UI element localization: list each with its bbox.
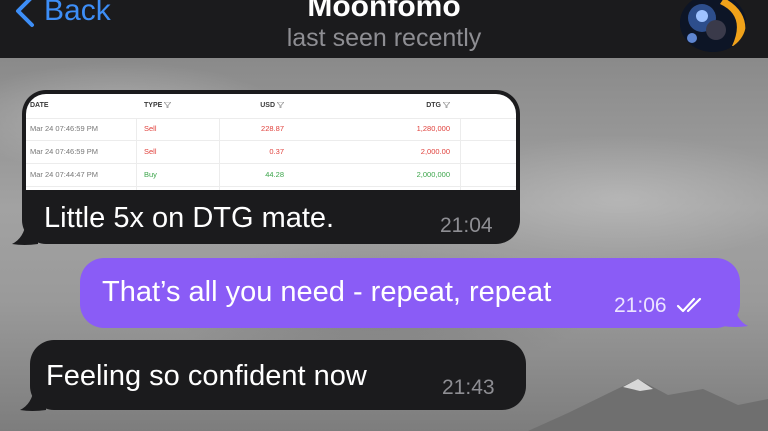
bubble-tail	[722, 304, 748, 327]
message-time: 21:43	[442, 376, 495, 399]
contact-status: last seen recently	[286, 24, 482, 52]
message-time: 21:04	[440, 214, 493, 237]
table-row: Mar 24 07:44:47 PM Buy 44.28 2,000,000	[26, 164, 516, 187]
table-cell-dtg: 2,000.00	[420, 147, 450, 156]
table-cell-type: Sell	[144, 147, 157, 156]
filter-icon	[277, 102, 284, 108]
message-time: 21:06	[614, 294, 667, 317]
table-cell-dtg: 1,280,000	[416, 124, 450, 133]
column-header-date: DATE	[30, 102, 49, 109]
contact-name[interactable]: Moonfomo	[0, 0, 768, 24]
table-cell-date: Mar 24 07:46:59 PM	[30, 147, 98, 156]
table-cell-date: Mar 24 07:44:47 PM	[30, 170, 98, 179]
column-header-dtg: DTG	[426, 102, 450, 109]
table-cell-type: Buy	[144, 170, 157, 179]
transaction-table-image[interactable]: DATE TYPE USD DTG Mar 24 07:46:59 PM Sel…	[26, 94, 516, 190]
table-cell-usd: 228.87	[261, 124, 284, 133]
table-cell-type: Sell	[144, 124, 157, 133]
message-text: That’s all you need - repeat, repeat	[102, 276, 552, 308]
wallpaper-mountain	[528, 379, 768, 431]
column-header-usd: USD	[260, 102, 284, 109]
table-cell-usd: 44.28	[265, 170, 284, 179]
column-header-type: TYPE	[144, 102, 172, 109]
table-cell-usd: 0.37	[269, 147, 284, 156]
chat-header: Back Moonfomo last seen recently	[0, 0, 768, 58]
message-text: Little 5x on DTG mate.	[44, 202, 335, 234]
table-cell-dtg: 2,000,000	[416, 170, 450, 179]
message-bubble-incoming[interactable]: DATE TYPE USD DTG Mar 24 07:46:59 PM Sel…	[22, 90, 520, 244]
table-header-row: DATE TYPE USD DTG	[26, 94, 516, 119]
bubble-tail	[12, 222, 38, 245]
filter-icon	[443, 102, 450, 108]
table-row: Mar 24 07:46:59 PM Sell 228.87 1,280,000	[26, 118, 516, 141]
filter-icon	[164, 102, 172, 108]
table-cell-date: Mar 24 07:46:59 PM	[30, 124, 98, 133]
table-row: Mar 24 07:46:59 PM Sell 0.37 2,000.00	[26, 141, 516, 164]
message-bubble-outgoing[interactable]: That’s all you need - repeat, repeat 21:…	[80, 258, 740, 328]
message-text: Feeling so confident now	[46, 360, 367, 392]
bubble-tail	[20, 388, 46, 411]
message-bubble-incoming[interactable]: Feeling so confident now 21:43	[30, 340, 526, 410]
double-check-icon	[676, 297, 702, 313]
